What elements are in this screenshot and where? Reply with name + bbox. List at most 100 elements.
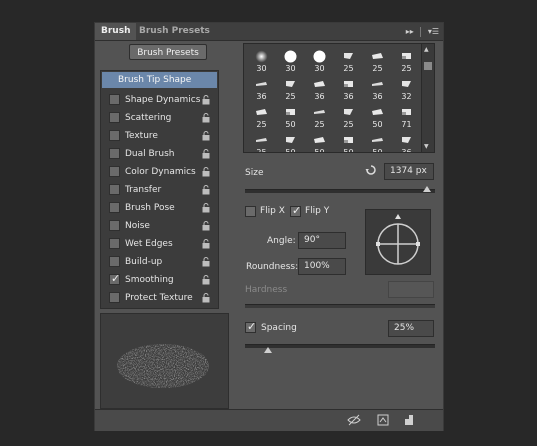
panel-controls: ▸▸ ▾☰ (406, 23, 439, 40)
brush-tip-size: 50 (314, 148, 325, 153)
angle-roundness-widget[interactable] (365, 209, 431, 275)
brush-tip-cell[interactable]: 25 (335, 48, 362, 76)
option-row[interactable]: Texture (101, 127, 218, 145)
hardness-slider (245, 304, 435, 308)
brush-tip-cell[interactable]: 50 (277, 104, 304, 132)
lock-icon[interactable] (202, 239, 210, 249)
option-row[interactable]: Transfer (101, 181, 218, 199)
spacing-checkbox[interactable]: ✓ (245, 320, 256, 333)
option-label: Color Dynamics (125, 167, 196, 177)
brush-tip-cell[interactable]: 32 (393, 76, 420, 104)
lock-icon[interactable] (202, 95, 210, 105)
lock-icon[interactable] (202, 167, 210, 177)
option-row[interactable]: Scattering (101, 109, 218, 127)
lock-icon[interactable] (202, 185, 210, 195)
brush-tip-cell[interactable]: 50 (335, 132, 362, 153)
scroll-up-arrow-icon[interactable]: ▲ (424, 46, 429, 53)
option-row[interactable]: Noise (101, 217, 218, 235)
tab-brush[interactable]: Brush (95, 23, 137, 40)
option-label: Dual Brush (125, 149, 175, 159)
brush-tip-cell[interactable]: 25 (277, 76, 304, 104)
option-checkbox[interactable] (109, 292, 120, 303)
lock-icon[interactable] (202, 131, 210, 141)
brush-tip-cell[interactable]: 36 (393, 132, 420, 152)
brush-tip-cell[interactable]: 36 (364, 76, 391, 104)
brush-tip-cell[interactable]: 25 (248, 104, 275, 132)
reset-size-icon[interactable] (365, 164, 377, 176)
lock-icon[interactable] (202, 221, 210, 231)
brush-tip-cell[interactable]: 71 (393, 104, 420, 132)
spacing-field[interactable]: 25% (388, 320, 434, 337)
roundness-field[interactable]: 100% (298, 258, 346, 275)
option-checkbox[interactable] (109, 256, 120, 267)
size-field[interactable]: 1374 px (384, 163, 434, 180)
tab-brush-presets[interactable]: Brush Presets (133, 23, 216, 40)
brush-tip-size: 50 (343, 148, 354, 153)
new-icon[interactable] (403, 414, 415, 426)
option-label: Protect Texture (125, 293, 193, 303)
flip-x-checkbox[interactable] (245, 206, 256, 217)
option-checkbox[interactable] (109, 202, 120, 213)
option-label: Build-up (125, 257, 163, 267)
brush-tip-cell[interactable]: 50 (277, 132, 304, 152)
brush-tip-cell[interactable]: 36 (306, 76, 333, 104)
option-row[interactable]: Shape Dynamics (101, 91, 218, 109)
option-checkbox[interactable] (109, 112, 120, 123)
lock-icon[interactable] (202, 257, 210, 267)
option-checkbox[interactable] (109, 238, 120, 249)
option-checkbox[interactable] (109, 184, 120, 195)
option-row[interactable]: Build-up (101, 253, 218, 271)
panel-footer (95, 409, 443, 431)
option-checkbox[interactable] (109, 220, 120, 231)
lock-icon[interactable] (202, 203, 210, 213)
brush-tip-cell[interactable]: 50 (364, 104, 391, 132)
double-arrow-right-icon[interactable]: ▸▸ (406, 27, 414, 36)
angle-field[interactable]: 90° (298, 232, 346, 249)
scroll-thumb[interactable] (424, 62, 432, 70)
brush-tip-cell[interactable]: 25 (306, 104, 333, 132)
flip-y-checkbox[interactable]: ✓ (290, 204, 301, 217)
option-label: Smoothing (125, 275, 174, 285)
brush-tip-cell[interactable]: 36 (248, 76, 275, 104)
option-row[interactable]: Color Dynamics (101, 163, 218, 181)
brush-tip-shape-item[interactable]: Brush Tip Shape (102, 72, 217, 88)
brush-tip-cell[interactable]: 50 (306, 132, 333, 153)
brush-tip-cell[interactable]: 25 (393, 48, 420, 76)
option-checkbox[interactable] (109, 94, 120, 105)
option-row[interactable]: Dual Brush (101, 145, 218, 163)
lock-icon[interactable] (202, 149, 210, 159)
panel-menu-icon[interactable]: ▾☰ (428, 27, 439, 36)
spacing-slider[interactable] (245, 344, 435, 348)
brush-tip-cell[interactable]: 30 (306, 48, 333, 76)
lock-icon[interactable] (202, 293, 210, 303)
toggle-preview-icon[interactable] (347, 414, 361, 426)
option-row[interactable]: Wet Edges (101, 235, 218, 253)
size-slider-knob[interactable] (423, 186, 432, 192)
option-row[interactable]: Protect Texture (101, 289, 218, 307)
brush-tip-thumbnail-icon (342, 50, 355, 63)
option-checkbox[interactable] (109, 166, 120, 177)
brush-presets-button[interactable]: Brush Presets (129, 44, 207, 60)
brush-tip-thumbnail-icon (400, 106, 413, 119)
option-row[interactable]: Brush Pose (101, 199, 218, 217)
option-checkbox[interactable]: ✓ (109, 272, 120, 285)
lock-icon[interactable] (202, 275, 210, 285)
create-preset-icon[interactable] (377, 414, 389, 426)
scroll-down-arrow-icon[interactable]: ▼ (424, 143, 429, 150)
option-checkbox[interactable] (109, 148, 120, 159)
brush-tip-size: 25 (343, 64, 354, 73)
brush-tip-cell[interactable]: 30 (277, 48, 304, 76)
brush-tip-cell[interactable]: 25 (335, 104, 362, 132)
size-slider[interactable] (245, 189, 435, 193)
option-checkbox[interactable] (109, 130, 120, 141)
brush-tip-cell[interactable]: 36 (335, 76, 362, 104)
brush-tip-cell[interactable]: 25 (248, 132, 275, 152)
spacing-slider-knob[interactable] (263, 347, 272, 353)
option-row[interactable]: ✓ Smoothing (101, 271, 218, 289)
brush-tip-cell[interactable]: 30 (248, 48, 275, 76)
brush-tip-size: 50 (372, 120, 383, 129)
brush-tip-cell[interactable]: 25 (364, 48, 391, 76)
lock-icon[interactable] (202, 113, 210, 123)
tip-grid-scrollbar[interactable]: ▲ ▼ (421, 44, 434, 152)
brush-tip-cell[interactable]: 50 (364, 132, 391, 152)
